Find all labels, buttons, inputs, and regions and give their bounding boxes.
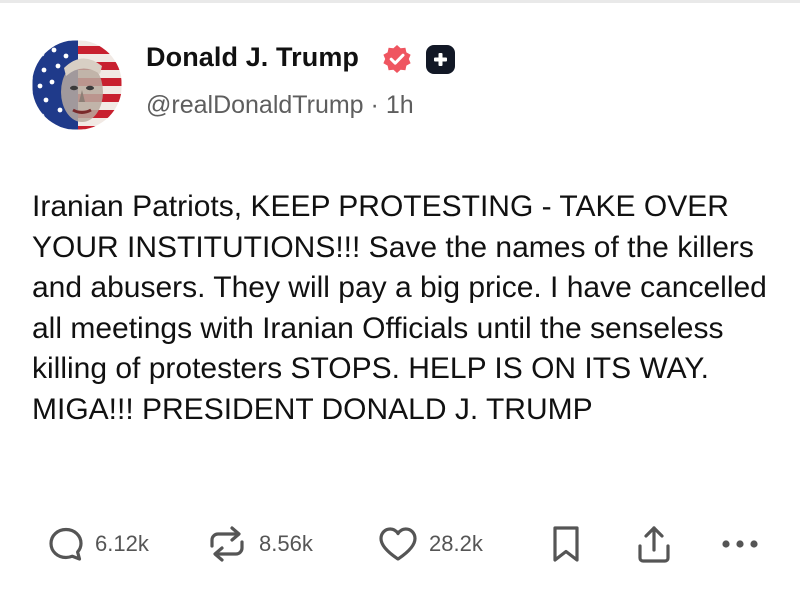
post-text: Iranian Patriots, KEEP PROTESTING - TAKE… — [32, 190, 767, 426]
like-count: 28.2k — [429, 531, 483, 556]
repost-count: 8.56k — [259, 531, 313, 556]
bookmark-icon — [553, 526, 579, 562]
repost-icon — [210, 526, 244, 562]
verified-badge-icon — [383, 45, 411, 73]
author-display-name[interactable]: Donald J. Trump — [146, 42, 359, 73]
meta-separator: · — [370, 91, 379, 119]
share-icon — [638, 526, 670, 563]
author-handle[interactable]: @realDonaldTrump — [146, 91, 364, 119]
more-icon — [722, 540, 758, 548]
reply-count: 6.12k — [95, 531, 149, 556]
reply-button[interactable]: 6.12k — [46, 522, 149, 566]
author-meta: @realDonaldTrump · 1h — [146, 91, 414, 120]
post-timestamp[interactable]: 1h — [386, 91, 414, 119]
top-divider — [0, 0, 800, 3]
more-options-button[interactable] — [716, 522, 766, 566]
like-button[interactable]: 28.2k — [376, 522, 483, 566]
flag-portrait-avatar-icon[interactable] — [32, 40, 122, 130]
repost-button[interactable]: 8.56k — [204, 522, 313, 566]
heart-icon — [379, 527, 417, 561]
post-card: Donald J. Trump @realDonaldTrump · 1h Ir… — [0, 0, 800, 601]
bookmark-button[interactable] — [548, 522, 584, 566]
reply-icon — [49, 527, 83, 561]
plus-badge-icon — [426, 45, 455, 74]
share-button[interactable] — [634, 522, 674, 566]
action-bar: 6.12k 8.56k 28.2k — [0, 522, 800, 572]
